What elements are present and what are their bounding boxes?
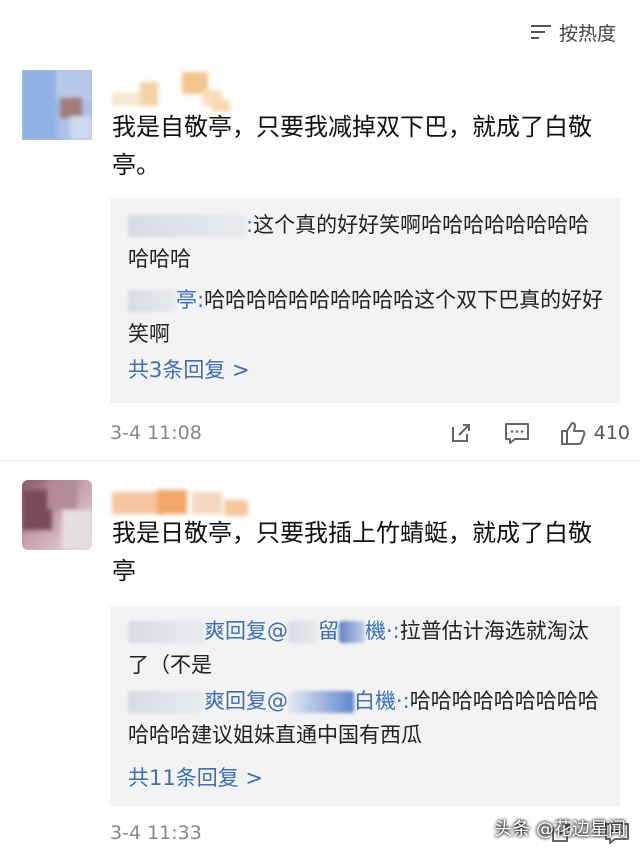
view-all-replies-link[interactable]: 共11条回复 > bbox=[128, 762, 263, 792]
redacted-mention bbox=[288, 691, 354, 713]
share-icon bbox=[448, 420, 474, 446]
reply-preview-box[interactable]: :这个真的好好笑啊哈哈哈哈哈哈哈哈哈哈哈 亭:哈哈哈哈哈哈哈哈哈哈这个双下巴真的… bbox=[110, 198, 620, 403]
sort-label: 按热度 bbox=[558, 22, 616, 45]
redacted-mention bbox=[339, 621, 365, 643]
comment-text: 我是日敬亭，只要我插上竹蜻蜓，就成了白敬亭 bbox=[112, 519, 592, 585]
divider bbox=[0, 460, 640, 461]
share-button[interactable] bbox=[448, 420, 474, 446]
redacted-username bbox=[128, 290, 176, 312]
reply-item[interactable]: 爽回复@ 留機·:拉普估计海选就淘汰了（不是 bbox=[128, 614, 608, 682]
comment-footer: 3-4 11:08 410 bbox=[110, 416, 630, 450]
reply-mention[interactable]: 留 bbox=[318, 619, 339, 643]
view-all-replies-link[interactable]: 共3条回复 > bbox=[128, 354, 250, 384]
timestamp: 3-4 11:33 bbox=[110, 822, 202, 844]
reply-preview-box[interactable]: 爽回复@ 留機·:拉普估计海选就淘汰了（不是 爽回复@ 白機·:哈哈哈哈哈哈哈哈哈哈… bbox=[110, 606, 620, 806]
username[interactable] bbox=[112, 482, 282, 516]
like-button[interactable]: 410 bbox=[560, 420, 630, 446]
reply-button[interactable] bbox=[504, 420, 530, 446]
comment-text: 我是自敬亭，只要我减掉双下巴，就成了白敬亭。 bbox=[112, 113, 592, 179]
avatar[interactable] bbox=[22, 480, 92, 550]
redacted-username bbox=[128, 621, 204, 643]
reply-author[interactable]: 爽回复@ bbox=[204, 689, 288, 713]
reply-mention[interactable]: 白機·: bbox=[354, 689, 410, 713]
reply-author[interactable]: 爽回复@ bbox=[204, 619, 288, 643]
watermark: 头条 @花边星闻 bbox=[494, 815, 626, 841]
reply-item[interactable]: :这个真的好好笑啊哈哈哈哈哈哈哈哈哈哈哈 bbox=[128, 208, 608, 276]
redacted-username bbox=[128, 215, 246, 237]
timestamp: 3-4 11:08 bbox=[110, 422, 202, 444]
watermark-text: 头条 @花边星闻 bbox=[494, 819, 626, 840]
redacted-username bbox=[128, 691, 204, 713]
comment-icon bbox=[504, 420, 530, 446]
avatar[interactable] bbox=[22, 70, 92, 140]
reply-item[interactable]: 爽回复@ 白機·:哈哈哈哈哈哈哈哈哈哈哈哈建议姐妹直通中国有西瓜 bbox=[128, 684, 608, 752]
like-count: 410 bbox=[593, 422, 630, 444]
sort-by-hotness-button[interactable]: 按热度 bbox=[530, 18, 616, 46]
redacted-mention bbox=[288, 621, 318, 643]
reply-author[interactable]: 亭: bbox=[176, 288, 204, 312]
username[interactable] bbox=[112, 72, 282, 112]
reply-item[interactable]: 亭:哈哈哈哈哈哈哈哈哈哈这个双下巴真的好好笑啊 bbox=[128, 283, 608, 351]
reply-mention-suffix[interactable]: 機·: bbox=[365, 619, 400, 643]
sort-icon bbox=[530, 23, 551, 41]
thumbs-up-icon bbox=[560, 420, 586, 446]
